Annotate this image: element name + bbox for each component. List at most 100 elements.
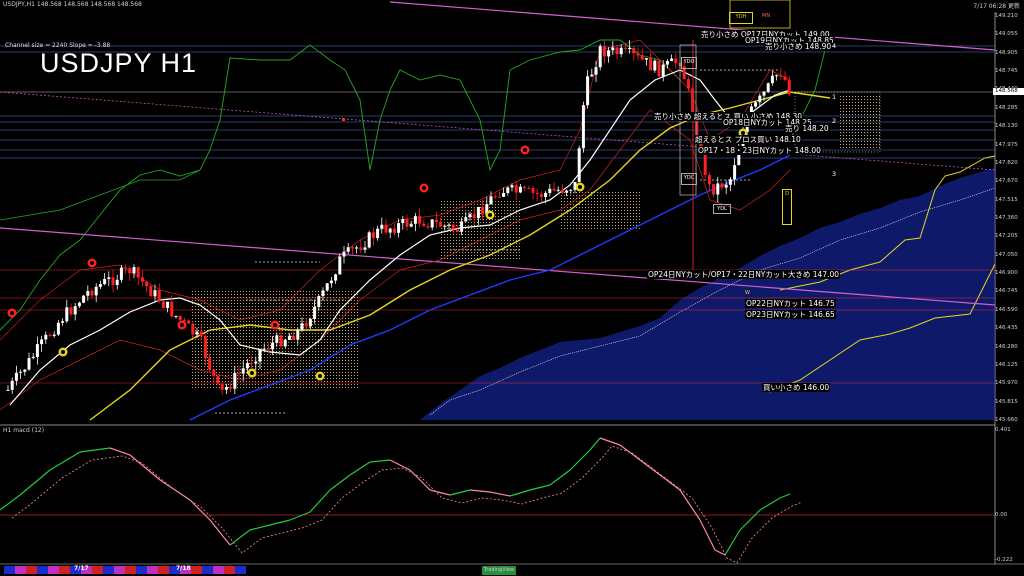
macd-line-segment bbox=[109, 447, 131, 456]
macd-line-segment bbox=[369, 459, 391, 463]
macd-axis-bottom: -0.222 bbox=[995, 557, 1013, 563]
candle-body bbox=[300, 323, 304, 330]
level-label-op23: OP23日NYカット 146.65 bbox=[745, 310, 836, 319]
candle-body bbox=[233, 373, 237, 389]
macd-line-segment bbox=[549, 469, 571, 486]
signal-marker-core bbox=[318, 374, 322, 378]
candle-body bbox=[31, 356, 35, 359]
candle-body bbox=[119, 267, 123, 280]
ydl-marker: YDL bbox=[713, 204, 731, 214]
candle-body bbox=[27, 358, 31, 370]
session-cell bbox=[114, 566, 125, 574]
candle-body bbox=[111, 277, 115, 286]
macd-line-segment bbox=[619, 444, 641, 461]
candle-body bbox=[124, 267, 128, 269]
candle-body bbox=[770, 75, 774, 84]
price-axis-label: 147.820 bbox=[995, 159, 1018, 166]
price-axis-label: 145.970 bbox=[995, 380, 1018, 387]
bollinger-upper bbox=[0, 39, 791, 341]
level-label-sell-14820: 売り 148.20 bbox=[784, 124, 830, 133]
green-line-left bbox=[0, 169, 201, 221]
candle-body bbox=[539, 194, 543, 198]
candle-body bbox=[451, 224, 455, 230]
price-axis-label: 146.590 bbox=[995, 306, 1018, 313]
candle-body bbox=[644, 58, 648, 60]
level-label-buy-14810: 超えるとス プロス買い 148.10 bbox=[694, 135, 802, 144]
candle-body bbox=[334, 274, 338, 281]
candle-body bbox=[258, 349, 262, 362]
candle-body bbox=[317, 295, 321, 307]
candle-body bbox=[98, 284, 102, 287]
price-axis-label: 145.815 bbox=[995, 398, 1018, 405]
candle-body bbox=[107, 277, 111, 280]
candle-body bbox=[548, 188, 552, 193]
date-label-718: 7/18 bbox=[176, 565, 191, 572]
session-cell bbox=[103, 566, 114, 574]
candle-body bbox=[224, 386, 228, 390]
candle-body bbox=[409, 223, 413, 227]
level-number-1: 1 bbox=[832, 93, 837, 101]
candle-body bbox=[376, 228, 380, 239]
candle-body bbox=[468, 214, 472, 218]
candle-body bbox=[166, 301, 170, 309]
candle-body bbox=[712, 184, 716, 195]
small-red-mark bbox=[342, 118, 345, 121]
macd-line-segment bbox=[79, 447, 111, 453]
candle-body bbox=[321, 290, 325, 296]
price-axis-label: 147.515 bbox=[995, 196, 1018, 203]
candle-body bbox=[279, 335, 283, 347]
candle-body bbox=[674, 58, 678, 63]
candle-body bbox=[56, 322, 60, 335]
price-chart[interactable] bbox=[0, 0, 1024, 576]
candle-body bbox=[754, 102, 758, 107]
candle-body bbox=[422, 223, 426, 227]
candle-body bbox=[187, 320, 191, 324]
macd-line-segment bbox=[639, 459, 661, 476]
session-cell bbox=[26, 566, 37, 574]
candle-body bbox=[254, 361, 258, 364]
candle-body bbox=[82, 295, 86, 303]
macd-line-segment bbox=[309, 489, 331, 513]
candle-body bbox=[632, 47, 636, 54]
candle-body bbox=[577, 148, 581, 182]
level-number-4: 4 bbox=[832, 42, 837, 50]
session-cell bbox=[4, 566, 15, 574]
candle-body bbox=[686, 79, 690, 89]
candle-body bbox=[77, 302, 81, 307]
candle-body bbox=[733, 165, 737, 180]
current-price-label: 148.568 bbox=[993, 88, 1024, 95]
candle-body bbox=[61, 321, 65, 323]
candle-body bbox=[191, 323, 195, 335]
price-axis-label: 149.055 bbox=[995, 31, 1018, 38]
candle-body bbox=[657, 60, 661, 77]
candle-body bbox=[40, 339, 44, 345]
signal-marker-core bbox=[273, 323, 277, 327]
macd-label: H1 macd (12) bbox=[3, 427, 45, 434]
candle-body bbox=[149, 286, 153, 297]
tradingview-badge[interactable]: TradingView bbox=[482, 566, 516, 575]
candle-body bbox=[611, 47, 615, 51]
macd-line-segment bbox=[509, 489, 531, 497]
macd-line-segment bbox=[129, 454, 161, 481]
candle-body bbox=[665, 60, 669, 65]
macd-line-segment bbox=[569, 449, 591, 471]
candle-body bbox=[464, 217, 468, 222]
candle-body bbox=[392, 228, 396, 233]
macd-axis-zero: 0.00 bbox=[995, 512, 1008, 518]
macd-line-segment bbox=[699, 519, 716, 551]
level-label-op24-147: OP24日NYカット/OP17・22日NYカット大きめ 147.00 bbox=[647, 270, 841, 279]
candle-body bbox=[535, 192, 539, 195]
candle-body bbox=[161, 301, 165, 309]
macd-line-segment bbox=[249, 524, 271, 531]
candle-body bbox=[86, 290, 90, 296]
candle-body bbox=[405, 219, 409, 227]
session-cell bbox=[224, 566, 235, 574]
candle-body bbox=[724, 184, 728, 188]
candle-body bbox=[607, 50, 611, 57]
candle-body bbox=[283, 339, 287, 347]
ydo-marker: YDO bbox=[681, 57, 697, 69]
candle-body bbox=[195, 331, 199, 335]
session-cell bbox=[125, 566, 136, 574]
price-axis-label: 149.210 bbox=[995, 13, 1018, 19]
macd-line-segment bbox=[779, 493, 791, 499]
